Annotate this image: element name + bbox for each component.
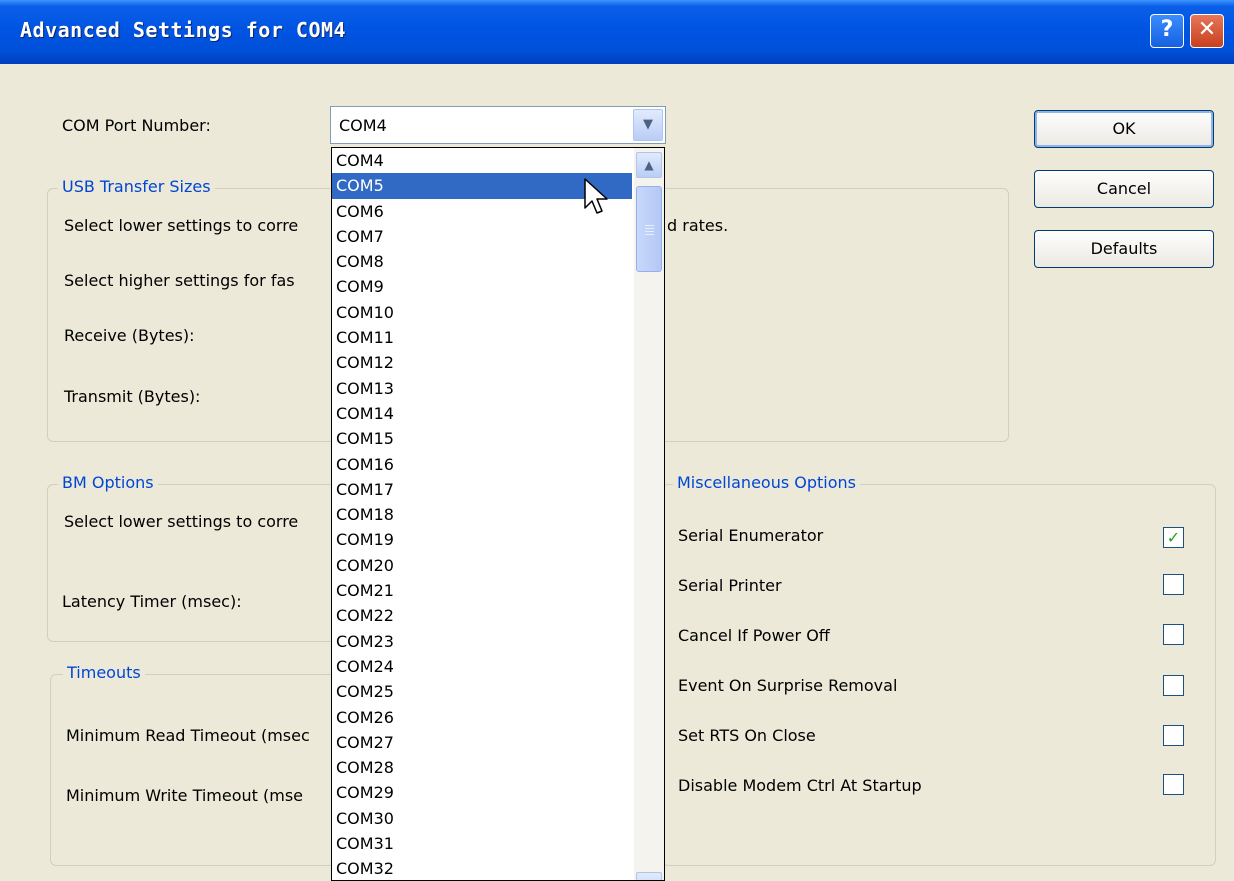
title-bar[interactable]: Advanced Settings for COM4 ? ✕ (0, 0, 1234, 64)
timeouts-title: Timeouts (63, 663, 145, 682)
dropdown-item[interactable]: COM4 (332, 148, 632, 173)
mouse-cursor-icon (584, 178, 608, 214)
dropdown-item[interactable]: COM9 (332, 274, 632, 299)
ok-button[interactable]: OK (1034, 110, 1214, 148)
com-port-dropdown-list[interactable]: COM4 COM5 COM6 COM7 COM8 COM9 COM10 COM11 COM12 C… (331, 147, 665, 881)
bm-options-title: BM Options (58, 473, 158, 492)
usb-lower-text-tail: d rates. (667, 216, 729, 235)
bm-options-group: BM Options (47, 473, 349, 642)
close-icon[interactable]: ✕ (1190, 14, 1224, 48)
usb-higher-text: Select higher settings for fas (64, 271, 295, 290)
scroll-up-icon[interactable]: ▲ (636, 152, 662, 178)
dropdown-item[interactable]: COM15 (332, 426, 632, 451)
option-serial-printer-label: Serial Printer (678, 576, 782, 595)
option-surprise-removal-label: Event On Surprise Removal (678, 676, 898, 695)
dropdown-item[interactable]: COM10 (332, 300, 632, 325)
dropdown-item[interactable]: COM19 (332, 527, 632, 552)
modem-ctrl-checkbox[interactable] (1163, 774, 1184, 795)
dropdown-item[interactable]: COM29 (332, 780, 632, 805)
dropdown-item[interactable]: COM17 (332, 477, 632, 502)
dropdown-item[interactable]: COM28 (332, 755, 632, 780)
receive-label: Receive (Bytes): (64, 326, 195, 345)
option-modem-ctrl-label: Disable Modem Ctrl At Startup (678, 776, 922, 795)
latency-label: Latency Timer (msec): (62, 592, 242, 611)
dropdown-item[interactable]: COM26 (332, 705, 632, 730)
timeouts-group: Timeouts (50, 663, 349, 866)
min-write-label: Minimum Write Timeout (mse (66, 786, 304, 805)
cancel-power-off-checkbox[interactable] (1163, 624, 1184, 645)
surprise-removal-checkbox[interactable] (1163, 675, 1184, 696)
dropdown-item[interactable]: COM7 (332, 224, 632, 249)
usb-lower-text: Select lower settings to corre (64, 216, 299, 235)
checkmark-icon: ✓ (1166, 528, 1181, 547)
misc-options-title: Miscellaneous Options (673, 473, 860, 492)
bm-lower-text: Select lower settings to corre (64, 512, 299, 531)
dropdown-item[interactable]: COM23 (332, 629, 632, 654)
dropdown-item[interactable]: COM21 (332, 578, 632, 603)
option-cancel-power-off-label: Cancel If Power Off (678, 626, 830, 645)
dropdown-item[interactable]: COM13 (332, 376, 632, 401)
dialog-window: Advanced Settings for COM4 ? ✕ COM Port … (0, 0, 1234, 881)
option-rts-close-label: Set RTS On Close (678, 726, 816, 745)
dropdown-items: COM4 COM5 COM6 COM7 COM8 COM9 COM10 COM11 COM12 C… (332, 148, 632, 880)
usb-transfer-title: USB Transfer Sizes (58, 177, 215, 196)
rts-close-checkbox[interactable] (1163, 725, 1184, 746)
dropdown-item[interactable]: COM27 (332, 730, 632, 755)
dropdown-item[interactable]: COM31 (332, 831, 632, 856)
chevron-down-icon[interactable]: ▼ (633, 109, 663, 141)
serial-enumerator-checkbox[interactable]: ✓ (1163, 527, 1184, 548)
dropdown-item[interactable]: COM25 (332, 679, 632, 704)
dropdown-item[interactable]: COM20 (332, 553, 632, 578)
dropdown-item[interactable]: COM32 (332, 856, 632, 880)
min-read-label: Minimum Read Timeout (msec (66, 726, 310, 745)
com-port-value: COM4 (339, 116, 387, 135)
scrollbar-thumb[interactable] (636, 186, 662, 272)
dropdown-item[interactable]: COM16 (332, 452, 632, 477)
dropdown-item[interactable]: COM11 (332, 325, 632, 350)
dropdown-item[interactable]: COM12 (332, 350, 632, 375)
option-serial-enumerator-label: Serial Enumerator (678, 526, 824, 545)
transmit-label: Transmit (Bytes): (64, 387, 201, 406)
help-icon[interactable]: ? (1150, 14, 1184, 48)
dropdown-item[interactable]: COM22 (332, 603, 632, 628)
window-title: Advanced Settings for COM4 (20, 18, 347, 42)
dropdown-item[interactable]: COM18 (332, 502, 632, 527)
com-port-label: COM Port Number: (62, 116, 211, 135)
dropdown-item[interactable]: COM30 (332, 806, 632, 831)
cancel-button[interactable]: Cancel (1034, 170, 1214, 208)
com-port-combobox[interactable]: COM4 ▼ (330, 106, 666, 144)
scroll-down-icon[interactable]: ▼ (636, 872, 662, 880)
serial-printer-checkbox[interactable] (1163, 574, 1184, 595)
defaults-button[interactable]: Defaults (1034, 230, 1214, 268)
dropdown-item[interactable]: COM14 (332, 401, 632, 426)
dropdown-item[interactable]: COM24 (332, 654, 632, 679)
dropdown-item[interactable]: COM8 (332, 249, 632, 274)
dropdown-scrollbar[interactable]: ▲ ▼ (634, 148, 664, 880)
